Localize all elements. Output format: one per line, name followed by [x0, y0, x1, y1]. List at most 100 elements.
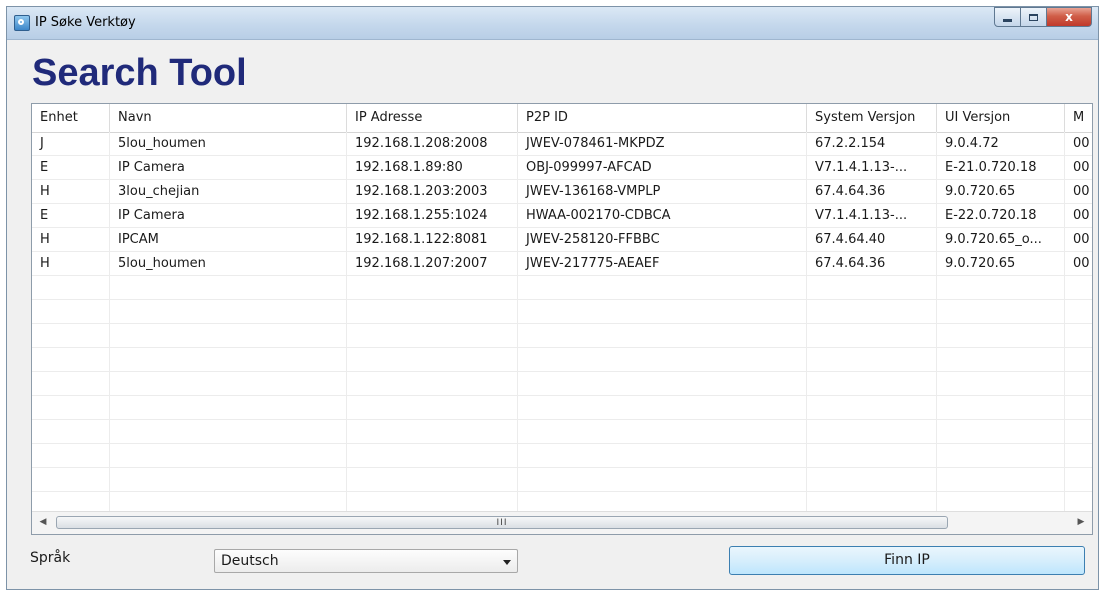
table-cell [807, 396, 937, 419]
table-cell: 192.168.1.89:80 [347, 156, 518, 179]
table-cell: 00 [1065, 252, 1092, 275]
table-cell: 67.4.64.36 [807, 180, 937, 203]
table-cell [518, 444, 807, 467]
table-row[interactable] [32, 396, 1092, 420]
table-cell [937, 396, 1065, 419]
table-cell: IP Camera [110, 204, 347, 227]
close-button[interactable]: x [1047, 7, 1092, 27]
table-row[interactable] [32, 468, 1092, 492]
table-row[interactable]: H 5lou_houmen 192.168.1.207:2007 JWEV-21777… [32, 252, 1092, 276]
table-row[interactable]: E IP Camera 192.168.1.89:80 OBJ-099997-AFCA… [32, 156, 1092, 180]
table-cell: H [32, 180, 110, 203]
table-row[interactable]: H 3lou_chejian 192.168.1.203:2003 JWEV-1361… [32, 180, 1092, 204]
column-header[interactable]: P2P ID [518, 104, 807, 132]
column-header[interactable]: System Versjon [807, 104, 937, 132]
table-cell [32, 468, 110, 491]
table-cell [1065, 372, 1092, 395]
table-cell: 00 [1065, 156, 1092, 179]
column-header[interactable]: Navn [110, 104, 347, 132]
table-cell [1065, 444, 1092, 467]
table-row[interactable] [32, 492, 1092, 512]
table-cell [518, 420, 807, 443]
table-cell: V7.1.4.1.13-... [807, 204, 937, 227]
table-row[interactable] [32, 372, 1092, 396]
table-cell [807, 468, 937, 491]
table-cell [347, 396, 518, 419]
table-cell [518, 276, 807, 299]
table-cell: JWEV-078461-MKPDZ [518, 132, 807, 155]
table-cell [518, 492, 807, 512]
table-cell [937, 372, 1065, 395]
scroll-left-icon[interactable]: ◀ [34, 512, 52, 533]
column-header[interactable]: M [1065, 104, 1092, 132]
column-header[interactable]: UI Versjon [937, 104, 1065, 132]
table-cell [937, 276, 1065, 299]
table-cell: 9.0.720.65 [937, 180, 1065, 203]
table-cell [110, 300, 347, 323]
table-cell [937, 348, 1065, 371]
table-cell [110, 324, 347, 347]
table-cell: H [32, 228, 110, 251]
table-cell: 192.168.1.207:2007 [347, 252, 518, 275]
scrollbar-grip: III [496, 518, 508, 528]
table-cell [347, 300, 518, 323]
language-select[interactable]: Deutsch [214, 549, 518, 573]
column-header[interactable]: IP Adresse [347, 104, 518, 132]
table-row[interactable] [32, 348, 1092, 372]
table-row[interactable]: J 5lou_houmen 192.168.1.208:2008 JWEV-07846… [32, 132, 1092, 156]
table-cell [347, 468, 518, 491]
table-cell: 9.0.720.65 [937, 252, 1065, 275]
table-cell [110, 396, 347, 419]
table-cell: E-22.0.720.18 [937, 204, 1065, 227]
table-row[interactable] [32, 324, 1092, 348]
table-row[interactable]: E IP Camera 192.168.1.255:1024 HWAA-002170-… [32, 204, 1092, 228]
table-cell [32, 444, 110, 467]
table-row[interactable] [32, 300, 1092, 324]
close-icon: x [1065, 10, 1073, 24]
maximize-button[interactable] [1021, 7, 1047, 27]
table-cell [347, 372, 518, 395]
table-cell: 5lou_houmen [110, 252, 347, 275]
table-cell [32, 348, 110, 371]
table-cell [1065, 324, 1092, 347]
table-cell [937, 444, 1065, 467]
table-cell [110, 372, 347, 395]
table-cell: 5lou_houmen [110, 132, 347, 155]
table-cell: 192.168.1.255:1024 [347, 204, 518, 227]
table-cell [1065, 396, 1092, 419]
window-title: IP Søke Verktøy [35, 15, 136, 30]
title-bar[interactable]: IP Søke Verktøy x [7, 7, 1098, 40]
table-cell [518, 300, 807, 323]
scroll-right-icon[interactable]: ▶ [1072, 512, 1090, 533]
table-cell: 192.168.1.208:2008 [347, 132, 518, 155]
table-cell: 00 [1065, 228, 1092, 251]
table-cell [1065, 420, 1092, 443]
table-cell [347, 276, 518, 299]
find-ip-button[interactable]: Finn IP [729, 546, 1085, 575]
table-cell [110, 444, 347, 467]
table-cell: H [32, 252, 110, 275]
table-row[interactable] [32, 276, 1092, 300]
table-body: J 5lou_houmen 192.168.1.208:2008 JWEV-07846… [32, 132, 1092, 512]
table-cell [807, 420, 937, 443]
table-cell: JWEV-217775-AEAEF [518, 252, 807, 275]
table-cell [937, 468, 1065, 491]
table-cell [32, 372, 110, 395]
window-controls: x [994, 7, 1092, 27]
table-row[interactable] [32, 444, 1092, 468]
table-row[interactable] [32, 420, 1092, 444]
table-cell [32, 324, 110, 347]
table-cell [1065, 492, 1092, 512]
column-header[interactable]: Enhet [32, 104, 110, 132]
table-cell [110, 348, 347, 371]
table-cell [807, 300, 937, 323]
scrollbar-thumb[interactable]: III [56, 516, 948, 529]
page-title: Search Tool [32, 52, 247, 94]
table-cell [1065, 276, 1092, 299]
table-row[interactable]: H IPCAM 192.168.1.122:8081 JWEV-258120-FFBB… [32, 228, 1092, 252]
table-cell: 67.4.64.40 [807, 228, 937, 251]
minimize-button[interactable] [994, 7, 1021, 27]
table-cell [1065, 468, 1092, 491]
table-cell: 9.0.4.72 [937, 132, 1065, 155]
horizontal-scrollbar[interactable]: ◀ III ▶ [32, 511, 1092, 534]
